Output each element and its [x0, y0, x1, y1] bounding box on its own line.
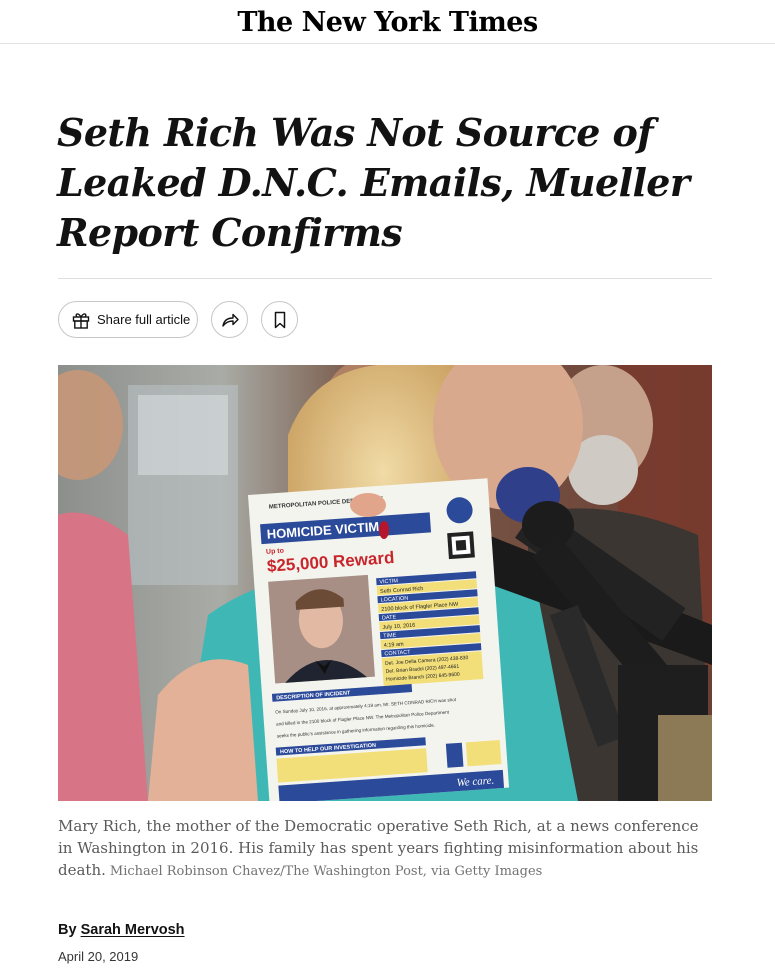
photo-credit: Michael Robinson Chavez/The Washington P… [109, 864, 543, 879]
news-conference-photo: METROPOLITAN POLICE DEPARTMENT HOMICIDE … [58, 365, 712, 801]
share-full-article-button[interactable]: Share full article [58, 301, 198, 338]
lead-photo: METROPOLITAN POLICE DEPARTMENT HOMICIDE … [58, 365, 712, 801]
poster-field-6: TIME [383, 632, 397, 639]
masthead: The New York Times [0, 0, 775, 44]
share-full-article-label: Share full article [97, 312, 191, 327]
save-bookmark-button[interactable] [261, 301, 298, 338]
article-headline: Seth Rich Was Not Source of Leaked D.N.C… [57, 110, 690, 255]
forward-arrow-icon [221, 313, 239, 327]
gift-icon [72, 312, 90, 329]
share-forward-button[interactable] [211, 301, 248, 338]
poster-field-4: DATE [382, 614, 397, 621]
poster-up-to: Up to [266, 548, 284, 556]
bookmark-icon [274, 311, 285, 328]
headline-divider [58, 278, 712, 279]
photo-caption: Mary Rich, the mother of the Democratic … [58, 815, 708, 883]
nyt-logo[interactable]: The New York Times [237, 5, 538, 38]
homicide-poster: METROPOLITAN POLICE DEPARTMENT HOMICIDE … [248, 478, 510, 801]
byline-prefix: By [58, 922, 77, 938]
byline: By Sarah Mervosh [58, 922, 185, 938]
author-link[interactable]: Sarah Mervosh [81, 922, 185, 938]
publish-date: April 20, 2019 [58, 949, 139, 964]
